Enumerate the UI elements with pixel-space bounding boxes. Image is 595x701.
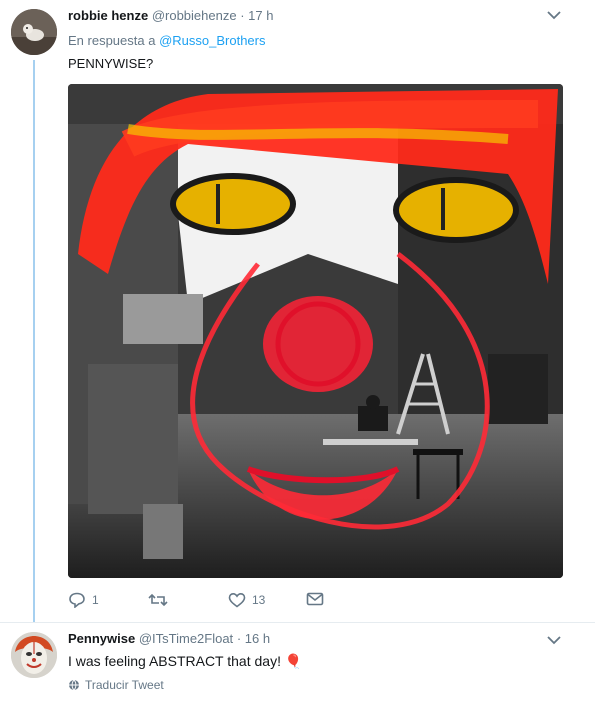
tweet-pennywise[interactable]: Pennywise @ITsTime2Float · 16 h I was fe… bbox=[0, 622, 595, 701]
direct-message-icon[interactable] bbox=[306, 592, 324, 606]
like-icon[interactable] bbox=[228, 592, 246, 608]
tweet-robbie-henze[interactable]: robbie henze @robbiehenze · 17 h En resp… bbox=[0, 0, 595, 622]
separator-dot: · bbox=[240, 8, 245, 23]
tweet-text: I was feeling ABSTRACT that day! 🎈 bbox=[68, 653, 303, 669]
avatar[interactable] bbox=[11, 632, 57, 678]
user-handle[interactable]: @ITsTime2Float bbox=[139, 631, 233, 646]
like-action[interactable]: 13 bbox=[228, 592, 265, 608]
timestamp[interactable]: 16 h bbox=[245, 631, 270, 646]
reply-prefix: En respuesta a bbox=[68, 33, 156, 48]
reply-icon[interactable] bbox=[68, 592, 86, 608]
user-handle[interactable]: @robbiehenze bbox=[152, 8, 237, 23]
display-name[interactable]: Pennywise bbox=[68, 631, 135, 646]
separator-dot: · bbox=[236, 631, 242, 646]
globe-icon bbox=[69, 679, 79, 691]
retweet-action[interactable] bbox=[148, 592, 174, 608]
tweet-text: PENNYWISE? bbox=[68, 56, 154, 71]
chevron-down-icon[interactable] bbox=[547, 10, 561, 20]
like-count: 13 bbox=[252, 593, 266, 607]
reply-context: En respuesta a @Russo_Brothers bbox=[68, 33, 265, 48]
display-name[interactable]: robbie henze bbox=[68, 8, 148, 23]
retweet-icon[interactable] bbox=[148, 592, 168, 608]
translate-tweet-link[interactable]: Traducir Tweet bbox=[68, 678, 164, 692]
reply-handle-link[interactable]: @Russo_Brothers bbox=[159, 33, 265, 48]
tweet-header: robbie henze @robbiehenze · 17 h bbox=[68, 8, 273, 23]
timestamp[interactable]: 17 h bbox=[248, 8, 273, 23]
avatar[interactable] bbox=[11, 9, 57, 55]
tweet-photo[interactable] bbox=[68, 84, 563, 578]
chevron-down-icon[interactable] bbox=[547, 635, 561, 645]
reply-count: 1 bbox=[92, 593, 99, 607]
tweet-header: Pennywise @ITsTime2Float · 16 h bbox=[68, 631, 270, 646]
direct-message-action[interactable] bbox=[306, 592, 324, 606]
reply-action[interactable]: 1 bbox=[68, 592, 99, 608]
translate-label[interactable]: Traducir Tweet bbox=[85, 678, 164, 692]
